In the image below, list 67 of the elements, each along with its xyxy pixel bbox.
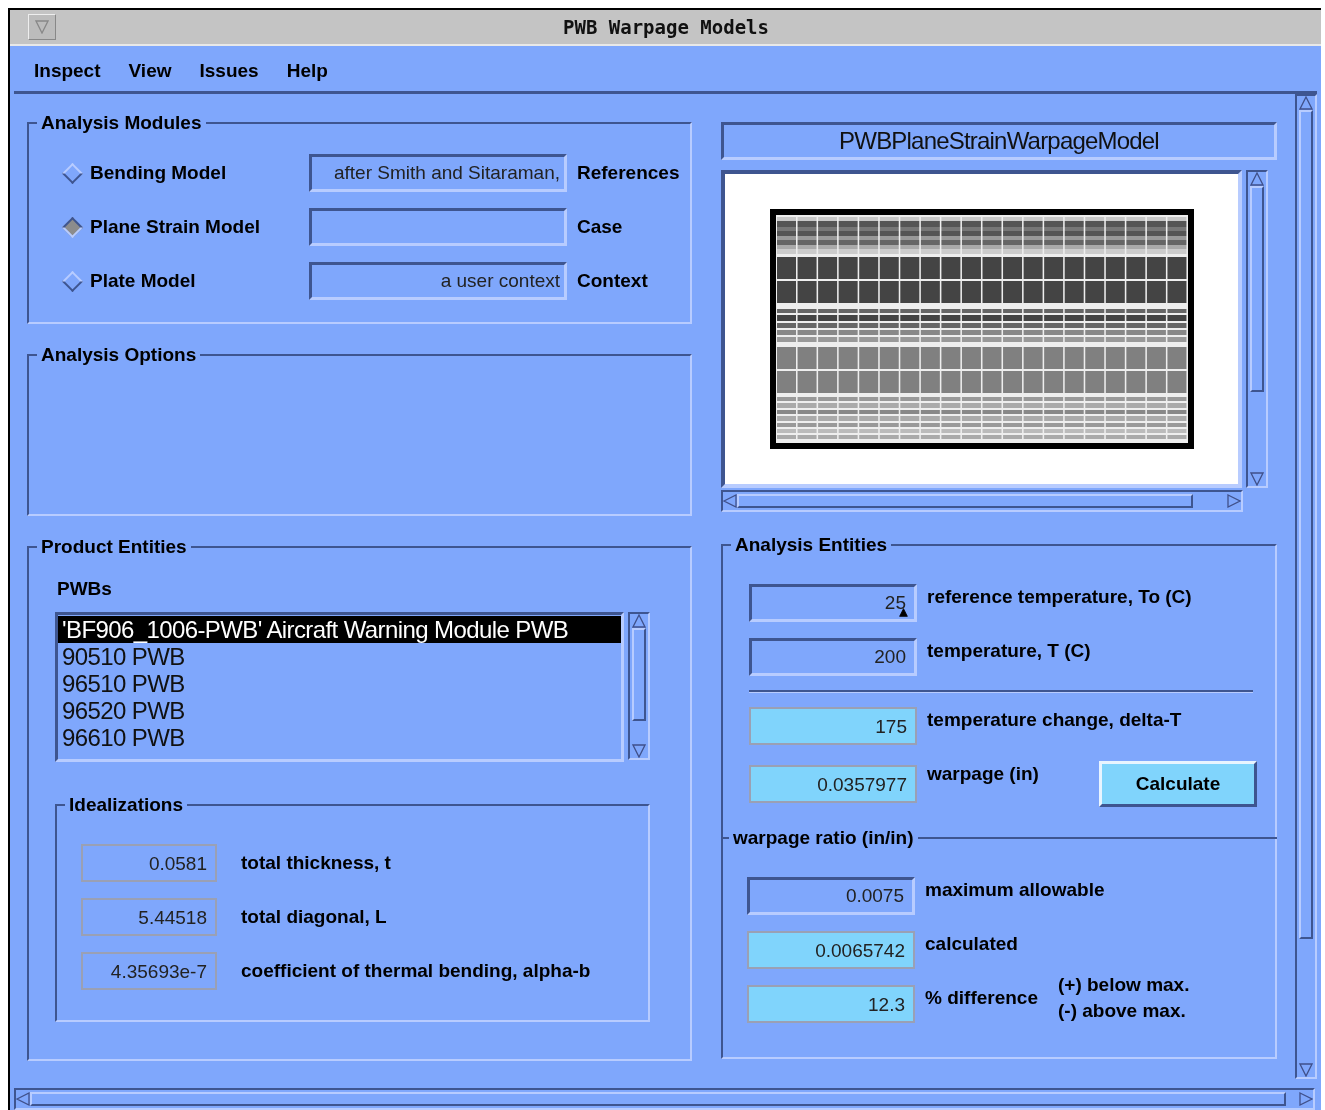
field-label: calculated bbox=[925, 933, 1018, 955]
input-field[interactable]: a user context bbox=[309, 262, 567, 300]
field-label: reference temperature, To (C) bbox=[927, 586, 1192, 608]
field-label: temperature, T (C) bbox=[927, 640, 1091, 662]
note-text: (+) below max. bbox=[1058, 974, 1190, 996]
vertical-scrollbar[interactable] bbox=[1246, 170, 1268, 488]
scrollbar-thumb[interactable] bbox=[632, 628, 646, 721]
scroll-up-icon bbox=[1299, 96, 1313, 110]
field-label: % difference bbox=[925, 987, 1038, 1009]
menu-item[interactable]: Issues bbox=[199, 59, 259, 82]
radio-button[interactable]: Plane Strain Model bbox=[59, 208, 299, 246]
vertical-scrollbar[interactable] bbox=[628, 612, 650, 760]
window-title: PWB Warpage Models bbox=[563, 16, 769, 38]
scrollbar-thumb[interactable] bbox=[1250, 186, 1264, 392]
scrollbar-thumb[interactable] bbox=[30, 1092, 1287, 1106]
list-item[interactable]: 'BF906_1006-PWB' Aircraft Warning Module PWB bbox=[58, 616, 621, 643]
vertical-scrollbar[interactable] bbox=[1295, 94, 1317, 1079]
field-label: Case bbox=[577, 216, 624, 238]
scroll-up-icon bbox=[632, 614, 646, 628]
list-label: PWBs bbox=[57, 578, 113, 600]
scroll-down-icon bbox=[632, 744, 646, 758]
output-field: 5.44518 bbox=[81, 898, 217, 936]
list-item[interactable]: 90510 PWB bbox=[58, 643, 621, 670]
triangle-icon bbox=[35, 20, 49, 34]
output-field: 12.3 bbox=[747, 985, 915, 1023]
output-field: 175 bbox=[749, 707, 917, 745]
radio-button[interactable]: Bending Model bbox=[59, 154, 299, 192]
horizontal-scrollbar[interactable] bbox=[14, 1088, 1315, 1110]
radio-button[interactable]: Plate Model bbox=[59, 262, 299, 300]
scroll-right-icon bbox=[1227, 494, 1241, 508]
field-label: Context bbox=[577, 270, 649, 292]
field-label: total thickness, t bbox=[241, 852, 391, 874]
scroll-left-icon bbox=[723, 494, 737, 508]
list-box[interactable]: 'BF906_1006-PWB' Aircraft Warning Module PWB 90510 PWB 96510 PWB 96520 PWB 96610 PWB bbox=[55, 612, 624, 762]
field-label: total diagonal, L bbox=[241, 906, 387, 928]
input-field[interactable]: 25 bbox=[749, 584, 917, 622]
scroll-right-icon bbox=[1299, 1092, 1313, 1106]
input-field[interactable]: after Smith and Sitaraman, bbox=[309, 154, 567, 192]
scrollbar-thumb[interactable] bbox=[1299, 110, 1313, 940]
note-text: (-) above max. bbox=[1058, 1000, 1187, 1022]
input-field[interactable]: 0.0075 bbox=[747, 877, 915, 915]
scroll-down-icon bbox=[1299, 1063, 1313, 1077]
scroll-left-icon bbox=[16, 1092, 30, 1106]
scroll-down-icon bbox=[1250, 472, 1264, 486]
output-field: 4.35693e-7 bbox=[81, 952, 217, 990]
field-label: maximum allowable bbox=[925, 879, 1105, 901]
field-label: coefficient of thermal bending, alpha-b bbox=[241, 960, 591, 982]
field-label: warpage (in) bbox=[927, 763, 1039, 785]
scrollbar-thumb[interactable] bbox=[737, 494, 1193, 508]
output-field: 0.0357977 bbox=[749, 765, 917, 803]
scroll-up-icon bbox=[1250, 172, 1264, 186]
input-field[interactable]: 200 bbox=[749, 638, 917, 676]
output-field: 0.0581 bbox=[81, 844, 217, 882]
model-title: PWBPlaneStrainWarpageModel bbox=[721, 122, 1277, 160]
output-field: 0.0065742 bbox=[747, 931, 915, 969]
input-field[interactable] bbox=[309, 208, 567, 246]
menu-item[interactable]: View bbox=[128, 59, 172, 82]
window-menu-button[interactable] bbox=[28, 14, 56, 40]
horizontal-scrollbar[interactable] bbox=[721, 490, 1243, 512]
calculate-button[interactable]: Calculate bbox=[1099, 761, 1257, 807]
list-item[interactable]: 96610 PWB bbox=[58, 724, 621, 751]
list-item[interactable]: 96520 PWB bbox=[58, 697, 621, 724]
field-label: temperature change, delta-T bbox=[927, 709, 1182, 731]
field-label: References bbox=[577, 162, 680, 184]
menu-item[interactable]: Inspect bbox=[34, 59, 101, 82]
menu-item[interactable]: Help bbox=[286, 59, 328, 82]
list-item[interactable]: 96510 PWB bbox=[58, 670, 621, 697]
